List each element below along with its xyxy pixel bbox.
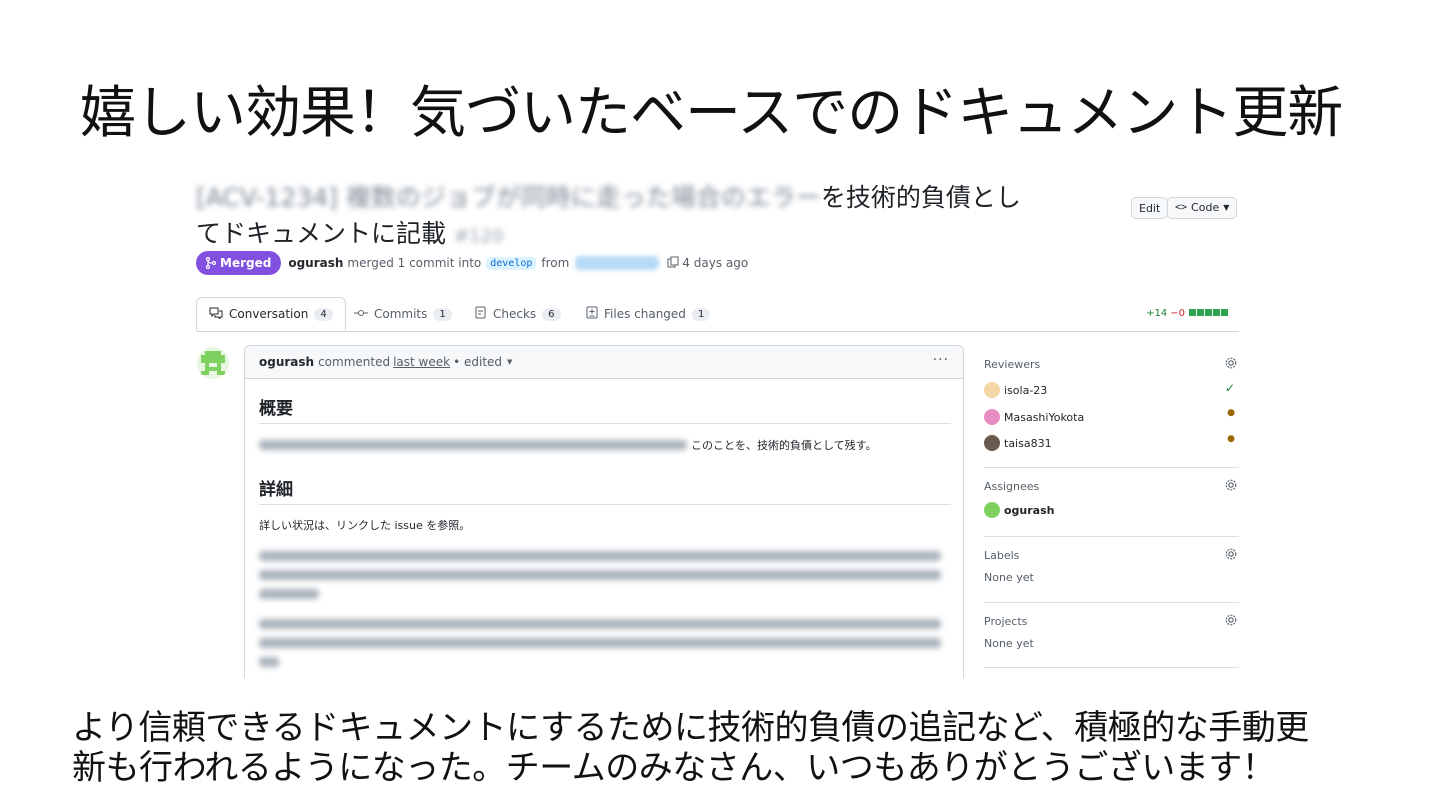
comment-para2: 詳しい状況は、リンクした issue を参照。 [259,519,471,532]
caption-line-1: より信頼できるドキュメントにするために技術的負債の追記など、積極的な手動更 [72,708,1309,748]
head-branch-blurred[interactable] [575,256,660,270]
assignee-row[interactable]: ogurash [984,502,1055,518]
tab-checks-label: Checks [493,307,537,321]
gear-icon[interactable] [1224,613,1238,627]
pr-title-blurred: [ACV-1234] 複数のジョブが同時に走った場合のエラー [196,183,821,212]
reviewer-row[interactable]: MasashiYokota [984,409,1084,425]
projects-section: Projects None yet [984,613,1239,668]
file-diff-icon [586,306,598,322]
labels-value: None yet [984,571,1034,584]
blurred-text [259,440,687,450]
checklist-icon [475,306,487,322]
diff-deletions: −0 [1170,308,1185,319]
check-icon: ✓ [1224,381,1235,395]
merged-badge: Merged [196,251,282,275]
conversation-icon [209,307,223,322]
comment-edited[interactable]: • edited [453,355,502,369]
blurred-text [259,589,319,599]
edit-button[interactable]: Edit [1131,197,1169,219]
pr-number: #120 [453,226,504,247]
avatar[interactable] [197,347,229,379]
tab-commits-count: 1 [433,307,452,321]
reviewer-name: taisa831 [1004,436,1052,450]
gear-icon[interactable] [1224,478,1238,492]
reviewer-name: MasashiYokota [1004,410,1085,424]
tab-checks[interactable]: Checks 6 [475,297,561,331]
tab-commits-label: Commits [374,307,428,321]
slide-title: 嬉しい効果！気づいたベースでのドキュメント更新 [80,81,1343,146]
comment-heading-details: 詳細 [259,475,951,505]
assignee-name: ogurash [1004,503,1055,517]
pr-author-link[interactable]: ogurash [288,256,343,270]
merged-label: Merged [220,256,272,270]
tab-files-changed[interactable]: Files changed 1 [586,297,711,331]
pr-screenshot: [ACV-1234] 複数のジョブが同時に走った場合のエラーを技術的負債とし て… [190,172,1250,678]
copy-icon[interactable] [667,256,679,271]
pending-dot-icon: ● [1227,434,1235,444]
pr-title-text-2: てドキュメントに記載 [196,219,447,248]
assignees-title[interactable]: Assignees [984,480,1039,493]
chevron-down-icon[interactable]: ▼ [507,358,512,366]
pending-dot-icon: ● [1227,408,1235,418]
identicon-icon [197,347,229,379]
code-icon: <> [1175,202,1188,213]
comment-header: ogurash commented last week • edited ▼ ·… [245,346,963,379]
merge-icon [206,257,216,269]
tab-conversation[interactable]: Conversation 4 [196,297,346,331]
diff-additions: +14 [1146,308,1168,319]
diffstat: +14 −0 [1146,308,1228,319]
from-text: from [541,256,570,270]
tab-conversation-label: Conversation [229,307,309,321]
avatar [984,502,1000,518]
blurred-text [259,551,941,561]
pr-title-text-1: を技術的負債とし [820,183,1021,212]
comment-para1: このことを、技術的負債として残す。 [691,439,877,452]
comment-verb: commented [318,355,391,369]
avatar [984,409,1000,425]
comment-box: ogurash commented last week • edited ▼ ·… [244,345,964,678]
tab-files-changed-count: 1 [691,307,711,321]
pr-meta: Merged ogurash merged 1 commit into deve… [196,251,748,275]
chevron-down-icon: ▼ [1223,203,1230,212]
labels-title[interactable]: Labels [984,549,1019,562]
comment-menu-icon[interactable]: ··· [933,352,949,368]
comment-heading-overview: 概要 [259,394,951,424]
blurred-text [259,638,941,648]
slide-caption: より信頼できるドキュメントにするために技術的負債の追記など、積極的な手動更 新も… [72,708,1309,788]
projects-title[interactable]: Projects [984,615,1027,628]
caption-line-2: 新も行われるようになった。チームのみなさん、いつもありがとうございます！ [72,748,1276,788]
merge-text: merged 1 commit into [347,256,482,270]
avatar [984,435,1000,451]
projects-value: None yet [984,637,1034,650]
tab-checks-count: 6 [542,307,561,321]
time-ago: 4 days ago [682,256,749,270]
reviewer-name: isola-23 [1004,383,1048,397]
pr-tabs: Conversation 4 Commits 1 Checks 6 Files … [196,297,1239,332]
assignees-section: Assignees ogurash [984,478,1239,537]
reviewer-row[interactable]: isola-23 [984,382,1047,398]
gear-icon[interactable] [1224,547,1238,561]
labels-section: Labels None yet [984,547,1239,603]
blurred-text [259,570,941,580]
blurred-text [259,657,279,667]
comment-time-link[interactable]: last week [393,355,450,369]
code-button[interactable]: <> Code ▼ [1167,197,1238,219]
tab-conversation-count: 4 [314,307,333,321]
commit-icon [354,307,368,321]
avatar [984,382,1000,398]
tab-commits[interactable]: Commits 1 [354,297,452,331]
reviewers-section: Reviewers isola-23 ✓ MasashiYokota ● tai… [984,356,1239,468]
diff-bar [1188,308,1228,319]
gear-icon[interactable] [1224,356,1238,370]
pr-title: [ACV-1234] 複数のジョブが同時に走った場合のエラーを技術的負債とし て… [196,180,1096,255]
base-branch[interactable]: develop [486,256,537,270]
code-button-label: Code [1191,201,1220,214]
reviewer-row[interactable]: taisa831 [984,435,1052,451]
blurred-text [259,619,941,629]
reviewers-title[interactable]: Reviewers [984,358,1040,371]
comment-author[interactable]: ogurash [259,355,314,369]
tab-files-changed-label: Files changed [604,307,686,321]
